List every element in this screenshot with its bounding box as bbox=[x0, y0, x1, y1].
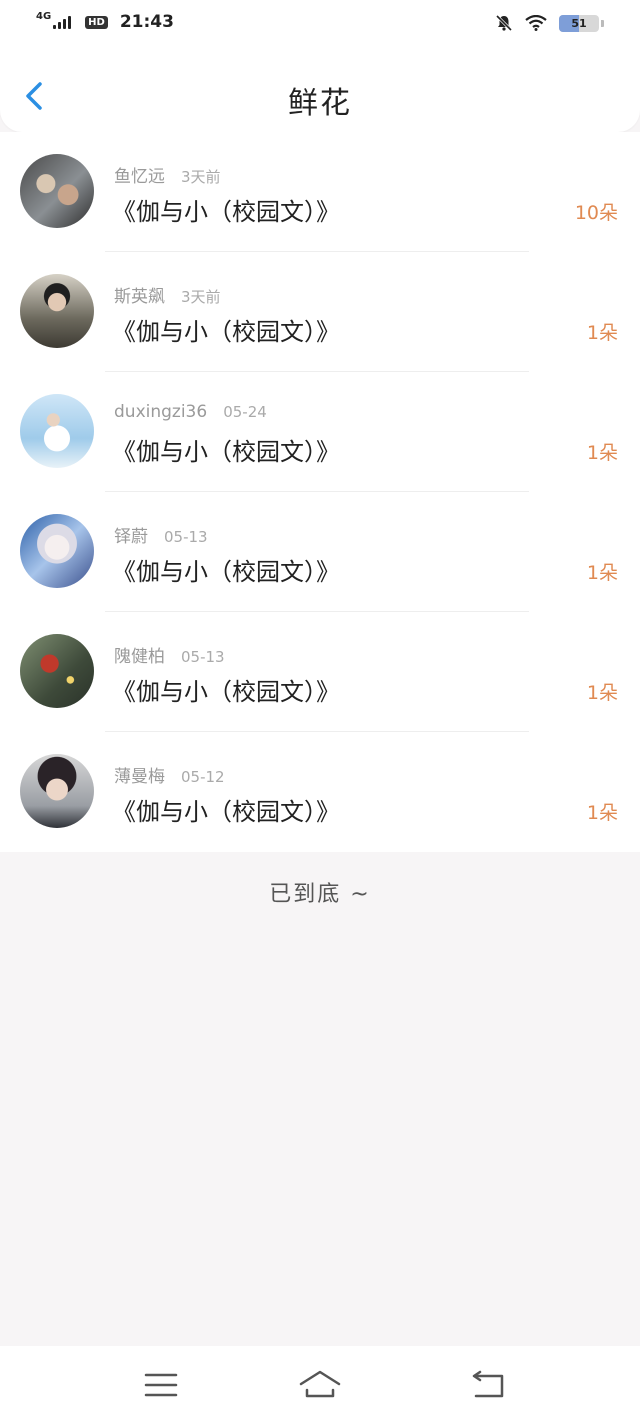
menu-icon bbox=[144, 1373, 178, 1397]
back-icon bbox=[472, 1370, 504, 1398]
user-name[interactable]: 铎蔚 bbox=[114, 527, 148, 547]
time-label: 05-13 bbox=[181, 648, 225, 666]
network-type: 4G bbox=[36, 10, 52, 22]
list-item[interactable]: duxingzi36 05-24 《伽与小（校园文）》 1朵 bbox=[0, 372, 640, 492]
end-of-list-text: 已到底 ~ bbox=[269, 882, 371, 907]
avatar[interactable] bbox=[20, 154, 94, 228]
time-label: 3天前 bbox=[181, 168, 221, 186]
nav-back-button[interactable] bbox=[466, 1366, 510, 1406]
time-label: 3天前 bbox=[181, 288, 221, 306]
time-label: 05-24 bbox=[223, 403, 267, 421]
avatar[interactable] bbox=[20, 394, 94, 468]
wifi-icon bbox=[525, 15, 547, 31]
flower-count: 1朵 bbox=[586, 442, 618, 464]
app-header: 4G HD 21:43 51 鲜花 bbox=[0, 0, 640, 132]
mute-bell-icon bbox=[495, 14, 513, 32]
user-name[interactable]: duxingzi36 bbox=[114, 402, 207, 422]
user-name[interactable]: 薄曼梅 bbox=[114, 767, 165, 787]
list-item[interactable]: 隗健柏 05-13 《伽与小（校园文）》 1朵 bbox=[0, 612, 640, 732]
book-title[interactable]: 《伽与小（校园文）》 bbox=[112, 312, 340, 347]
status-bar: 4G HD 21:43 51 bbox=[0, 0, 640, 48]
home-button[interactable] bbox=[298, 1366, 342, 1406]
flower-count: 1朵 bbox=[586, 802, 618, 824]
time-label: 05-12 bbox=[181, 768, 225, 786]
list-item[interactable]: 铎蔚 05-13 《伽与小（校园文）》 1朵 bbox=[0, 492, 640, 612]
system-nav-bar bbox=[0, 1346, 640, 1422]
list-item[interactable]: 薄曼梅 05-12 《伽与小（校园文）》 1朵 bbox=[0, 732, 640, 852]
flower-count: 10朵 bbox=[574, 202, 618, 224]
status-time: 21:43 bbox=[119, 12, 174, 32]
book-title[interactable]: 《伽与小（校园文）》 bbox=[112, 432, 340, 467]
book-title[interactable]: 《伽与小（校园文）》 bbox=[112, 672, 340, 707]
flower-list: 鱼忆远 3天前 《伽与小（校园文）》 10朵 斯英飙 3天前 《伽与小（校园文）》 … bbox=[0, 132, 640, 852]
book-title[interactable]: 《伽与小（校园文）》 bbox=[112, 552, 340, 587]
list-item[interactable]: 斯英飙 3天前 《伽与小（校园文）》 1朵 bbox=[0, 252, 640, 372]
avatar[interactable] bbox=[20, 514, 94, 588]
user-name[interactable]: 斯英飙 bbox=[114, 287, 165, 307]
page-title: 鲜花 bbox=[288, 86, 352, 121]
book-title[interactable]: 《伽与小（校园文）》 bbox=[112, 792, 340, 827]
flower-count: 1朵 bbox=[586, 322, 618, 344]
user-name[interactable]: 鱼忆远 bbox=[114, 167, 165, 187]
avatar[interactable] bbox=[20, 274, 94, 348]
user-name[interactable]: 隗健柏 bbox=[114, 647, 165, 667]
book-title[interactable]: 《伽与小（校园文）》 bbox=[112, 192, 340, 227]
list-item[interactable]: 鱼忆远 3天前 《伽与小（校园文）》 10朵 bbox=[0, 132, 640, 252]
home-icon bbox=[299, 1370, 341, 1398]
signal-icon bbox=[53, 15, 72, 29]
avatar[interactable] bbox=[20, 754, 94, 828]
avatar[interactable] bbox=[20, 634, 94, 708]
battery-level: 51 bbox=[571, 16, 587, 30]
time-label: 05-13 bbox=[164, 528, 208, 546]
menu-button[interactable] bbox=[139, 1366, 183, 1406]
flower-count: 1朵 bbox=[586, 562, 618, 584]
flower-count: 1朵 bbox=[586, 682, 618, 704]
battery-icon: 51 bbox=[559, 14, 599, 32]
hd-badge: HD bbox=[85, 15, 108, 29]
